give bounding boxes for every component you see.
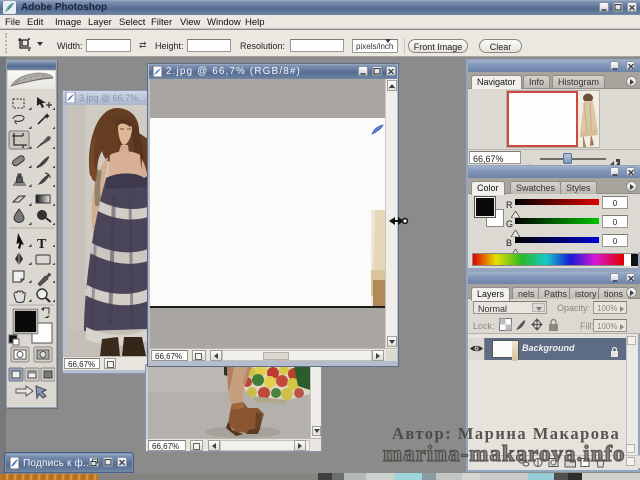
svg-text:T: T xyxy=(37,237,47,252)
